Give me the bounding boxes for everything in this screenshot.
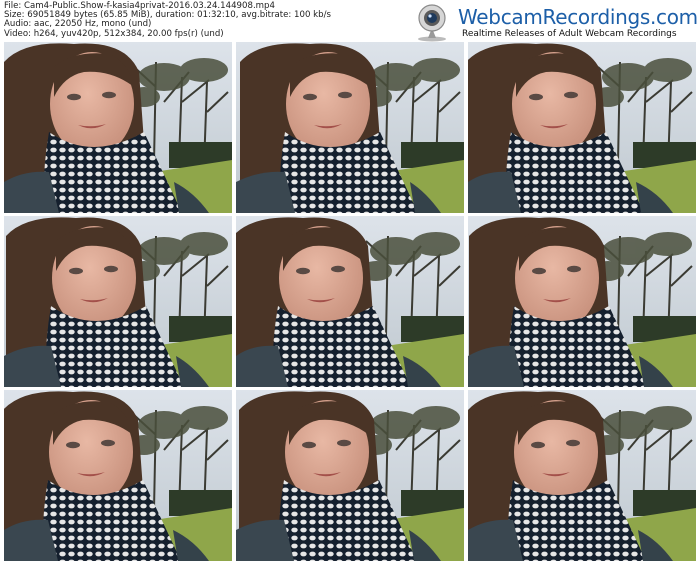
thumbnail-9[interactable] [468,390,696,561]
thumbnail-grid [4,42,696,561]
file-info-panel: File: Cam4-Public.Show-f-kasia4privat-20… [4,1,404,39]
logo-title: WebcamRecordings.com [458,5,698,29]
thumbnail-5[interactable] [236,216,464,387]
site-logo: WebcamRecordings.com Realtime Releases o… [410,2,698,42]
webcam-icon [418,4,446,42]
thumbnail-4[interactable] [4,216,232,387]
thumbnail-3[interactable] [468,42,696,213]
video-info-line: Video: h264, yuv420p, 512x384, 20.00 fps… [4,28,224,39]
thumbnail-6[interactable] [468,216,696,387]
logo-subtitle: Realtime Releases of Adult Webcam Record… [462,29,677,39]
thumbnail-7[interactable] [4,390,232,561]
thumbnail-1[interactable] [4,42,232,213]
thumbnail-8[interactable] [236,390,464,561]
thumbnail-2[interactable] [236,42,464,213]
